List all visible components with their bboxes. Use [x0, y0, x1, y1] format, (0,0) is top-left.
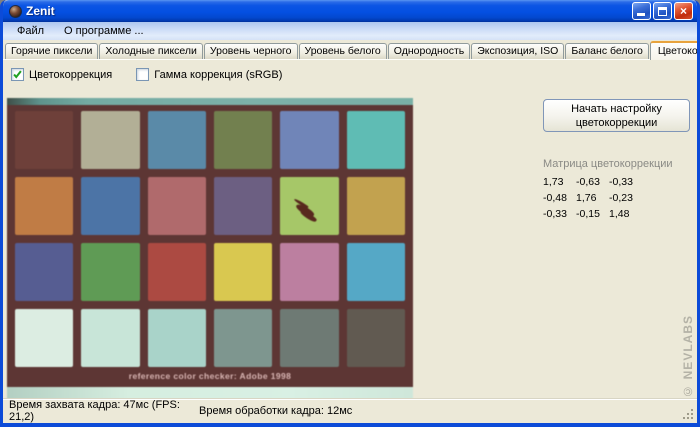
color-patch [81, 177, 140, 235]
maximize-icon [658, 6, 667, 16]
color-patch [81, 243, 140, 301]
resize-grip[interactable] [683, 409, 695, 421]
color-patch [280, 111, 339, 169]
tab-4[interactable]: Уровень белого [298, 43, 387, 59]
checkbox-checked-icon[interactable] [11, 68, 24, 81]
color-patch [81, 309, 140, 367]
window-title: Zenit [26, 4, 55, 18]
checkbox-label: Гамма коррекция (sRGB) [154, 68, 283, 81]
color-patch [280, 177, 339, 235]
color-correction-matrix: 1,73 -0,63 -0,33 -0,48 1,76 -0,23 -0,33 -0,15 1,… [543, 176, 695, 220]
color-patch [147, 111, 206, 169]
app-icon [9, 4, 22, 18]
matrix-cell: -0,63 [576, 176, 600, 188]
title-bar[interactable]: Zenit × [3, 0, 697, 22]
matrix-cell: -0,23 [609, 192, 633, 204]
menu-item-about[interactable]: О программе ... [58, 24, 150, 38]
color-patch [346, 243, 405, 301]
minimize-icon [637, 13, 645, 16]
color-checker-chart: reference color checker: Adobe 1998 [7, 105, 413, 387]
close-button[interactable]: × [674, 2, 693, 20]
status-processing-time: Время обработки кадра: 12мс [199, 405, 353, 417]
color-patch-grid [7, 105, 413, 369]
matrix-cell: 1,73 [543, 176, 564, 188]
color-patch [280, 309, 339, 367]
tab-6[interactable]: Экспозиция, ISO [471, 43, 565, 59]
chart-caption: reference color checker: Adobe 1998 [128, 371, 292, 381]
status-capture-time: Время захвата кадра: 47мс (FPS: 21,2) [9, 399, 180, 423]
app-window: Zenit × Файл О программе ... Горячие пик… [0, 0, 700, 427]
menu-item-file[interactable]: Файл [11, 24, 50, 38]
color-patch [15, 243, 74, 301]
color-patch [213, 309, 273, 367]
color-patch [147, 243, 206, 301]
color-patch [346, 177, 405, 235]
checkbox-row: Цветокоррекция Гамма коррекция (sRGB) [3, 60, 697, 84]
tab-strip: Горячие пиксели Холодные пиксели Уровень ч… [3, 40, 697, 60]
matrix-title: Матрица цветокоррекции [543, 158, 673, 170]
checkbox-label: Цветокоррекция [29, 68, 113, 81]
color-patch [147, 309, 206, 367]
color-patch [81, 111, 140, 169]
camera-preview-image: reference color checker: Adobe 1998 [7, 98, 413, 401]
matrix-cell: -0,33 [609, 176, 633, 188]
color-patch [15, 309, 74, 367]
tab-7[interactable]: Баланс белого [565, 43, 649, 59]
tab-3[interactable]: Уровень черного [203, 43, 298, 59]
matrix-cell: -0,33 [543, 208, 567, 220]
matrix-cell: -0,15 [576, 208, 600, 220]
tab-5[interactable]: Однородность [387, 43, 471, 59]
matrix-cell: 1,76 [576, 192, 597, 204]
checkbox-color-correction[interactable]: Цветокоррекция [11, 68, 112, 81]
color-patch [346, 111, 405, 169]
menu-bar: Файл О программе ... [3, 22, 697, 40]
color-patch [346, 309, 405, 367]
window-controls: × [632, 2, 693, 20]
tab-2[interactable]: Холодные пиксели [99, 43, 203, 59]
color-patch [15, 111, 74, 169]
status-bar: Время захвата кадра: 47мс (FPS: 21,2) Вр… [3, 398, 697, 423]
tab-1[interactable]: Горячие пиксели [5, 43, 99, 59]
close-icon: × [679, 4, 687, 18]
photo-top-strip [7, 98, 413, 105]
color-patch [147, 177, 206, 235]
tab-8[interactable]: Цветокоррекция [649, 41, 697, 60]
color-patch [280, 243, 339, 301]
checkbox-unchecked-icon[interactable] [136, 68, 150, 81]
maximize-button[interactable] [653, 2, 672, 20]
checkbox-gamma-correction[interactable]: Гамма коррекция (sRGB) [136, 68, 282, 81]
start-color-correction-button[interactable]: Начать настройку цветокоррекции [543, 99, 690, 132]
right-panel: Начать настройку цветокоррекции Матрица … [543, 99, 695, 220]
button-label-line1: Начать настройку [571, 102, 662, 115]
smudge-mark [295, 202, 316, 219]
color-patch [213, 111, 273, 169]
minimize-button[interactable] [632, 2, 651, 20]
color-patch [15, 177, 74, 235]
color-patch [213, 243, 273, 301]
matrix-cell: 1,48 [609, 208, 630, 220]
check-icon [13, 70, 22, 79]
button-label-line2: цветокоррекции [575, 116, 658, 129]
nevlabs-watermark: © NEVLABS [681, 315, 695, 399]
color-patch [213, 177, 273, 235]
tab-page-color-correction: Цветокоррекция Гамма коррекция (sRGB) re… [3, 59, 697, 401]
matrix-cell: -0,48 [543, 192, 567, 204]
